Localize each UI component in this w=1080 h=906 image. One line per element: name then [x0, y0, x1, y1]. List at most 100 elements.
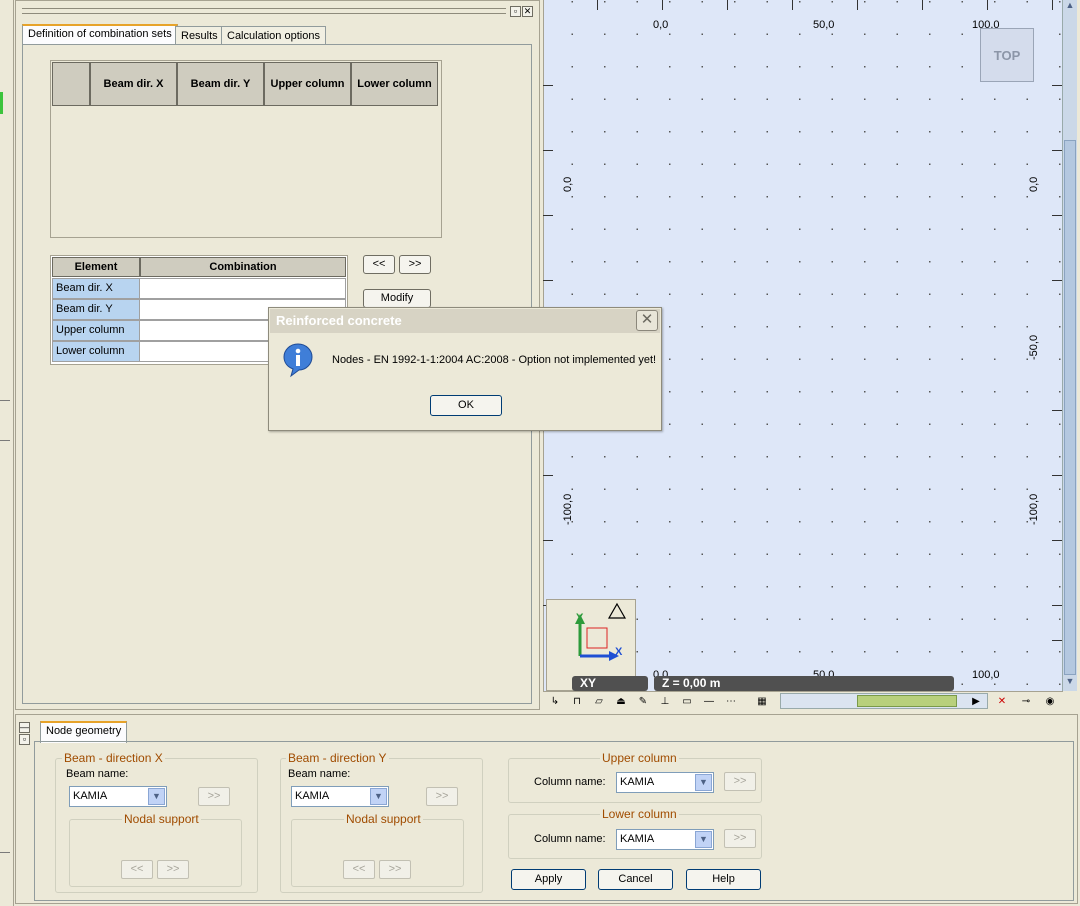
ruler-label-bottom: 100,0 — [972, 669, 1000, 681]
ruler-tick — [1052, 540, 1062, 541]
horizontal-scrollbar[interactable] — [780, 693, 988, 709]
tab-definition-of-combination-sets[interactable]: Definition of combination sets — [22, 24, 178, 46]
column-header-beam-dir-x[interactable]: Beam dir. X — [90, 62, 177, 106]
ruler-label-right: -100,0 — [1028, 493, 1040, 525]
group-title: Nodal support — [344, 812, 423, 826]
previous-button[interactable]: << — [363, 255, 395, 274]
previous-button[interactable]: << — [121, 860, 153, 879]
restore-icon[interactable]: ▫ — [510, 6, 521, 17]
forward-button[interactable]: >> — [724, 772, 756, 791]
axis-x-label: X — [615, 646, 623, 658]
scroll-up-icon[interactable]: ▲ — [1064, 0, 1076, 14]
forward-button[interactable]: >> — [198, 787, 230, 806]
ruler-label-left: 0,0 — [562, 176, 574, 192]
tab-results[interactable]: Results — [175, 26, 224, 46]
tab-node-geometry[interactable]: Node geometry — [40, 721, 128, 743]
divider — [0, 440, 10, 441]
grid-icon[interactable]: ▦ — [752, 694, 772, 710]
ruler-tick — [987, 0, 988, 10]
ruler-tick — [1052, 605, 1062, 606]
ruler-tick — [727, 0, 728, 10]
chevron-down-icon[interactable]: ▼ — [695, 774, 712, 791]
column-name-select[interactable]: KAMIA ▼ — [616, 772, 714, 793]
group-title: Beam - direction X — [62, 751, 165, 765]
ruler-tick — [543, 475, 553, 476]
plane-icon[interactable]: ▭ — [677, 694, 697, 710]
pin-icon[interactable]: — — [19, 722, 30, 733]
previous-button[interactable]: << — [343, 860, 375, 879]
dialog-title[interactable]: Reinforced concrete — [270, 309, 660, 333]
ruler-label-top: 0,0 — [653, 19, 669, 31]
column-name-select[interactable]: KAMIA ▼ — [616, 829, 714, 850]
ruler-label-right: 0,0 — [1028, 176, 1040, 192]
forward-button[interactable]: >> — [724, 829, 756, 848]
column-header-upper-column[interactable]: Upper column — [264, 62, 351, 106]
ok-button[interactable]: OK — [430, 395, 502, 416]
divider — [0, 852, 10, 853]
chevron-down-icon[interactable]: ▼ — [370, 788, 387, 805]
combo-value: KAMIA — [620, 833, 655, 845]
close-icon[interactable]: ✕ — [636, 310, 658, 331]
ruler-tick — [792, 0, 793, 10]
next-button[interactable]: >> — [379, 860, 411, 879]
help-button[interactable]: Help — [686, 869, 761, 890]
vertical-scrollbar[interactable]: ▲ ▼ — [1062, 0, 1077, 691]
combination-cell[interactable] — [140, 278, 346, 299]
ruler-tick — [1052, 280, 1062, 281]
row-label: Lower column — [52, 341, 140, 362]
next-button[interactable]: >> — [399, 255, 431, 274]
forward-button[interactable]: >> — [426, 787, 458, 806]
apply-button[interactable]: Apply — [511, 869, 586, 890]
table-row[interactable]: Beam dir. X — [52, 278, 346, 299]
axis-y-label: Y — [576, 612, 584, 624]
cancel-button[interactable]: Cancel — [598, 869, 673, 890]
group-title: Beam - direction Y — [286, 751, 389, 765]
scrollbar-thumb[interactable] — [857, 695, 957, 707]
scroll-down-icon[interactable]: ▼ — [1064, 676, 1076, 690]
beam-name-select[interactable]: KAMIA ▼ — [69, 786, 167, 807]
chevron-down-icon[interactable]: ▼ — [695, 831, 712, 848]
modify-button[interactable]: Modify — [363, 289, 431, 308]
support-icon[interactable]: ⏏ — [611, 694, 631, 710]
surface-icon[interactable]: ▱ — [589, 694, 609, 710]
column-header-element[interactable]: Element — [52, 257, 140, 277]
tab-calculation-options[interactable]: Calculation options — [221, 26, 326, 46]
ruler-tick — [1052, 410, 1062, 411]
delete-icon[interactable]: ✕ — [992, 694, 1012, 710]
ruler-tick — [1052, 85, 1062, 86]
dialog-message: Nodes - EN 1992-1-1:2004 AC:2008 - Optio… — [332, 354, 657, 366]
eye-icon[interactable]: ◉ — [1040, 694, 1060, 710]
node-icon[interactable]: ↳ — [545, 694, 565, 710]
close-icon[interactable]: ✕ — [522, 6, 533, 17]
panel-grip[interactable] — [22, 8, 506, 14]
column-header-beam-dir-y[interactable]: Beam dir. Y — [177, 62, 264, 106]
column-name-label: Column name: — [534, 833, 606, 845]
row-label: Beam dir. Y — [52, 299, 140, 320]
view-cube[interactable]: TOP — [980, 28, 1034, 82]
beam-icon[interactable]: ⊓ — [567, 694, 587, 710]
chevron-down-icon[interactable]: ▼ — [148, 788, 165, 805]
column-header-combination[interactable]: Combination — [140, 257, 346, 277]
line-icon[interactable]: — — [699, 694, 719, 710]
scrollbar-thumb[interactable] — [1064, 140, 1076, 675]
nodal-support-group — [69, 819, 242, 887]
dimension-icon[interactable]: ⋯ — [721, 694, 741, 710]
link-icon[interactable]: ⊸ — [1016, 694, 1036, 710]
ruler-tick — [543, 150, 553, 151]
ruler-tick — [543, 85, 553, 86]
restore-icon[interactable]: ▫ — [19, 734, 30, 745]
load-icon[interactable]: ✎ — [633, 694, 653, 710]
column-header-lower-column[interactable]: Lower column — [351, 62, 438, 106]
ruler-tick — [1052, 475, 1062, 476]
ruler-tick — [597, 0, 598, 10]
row-selector-header[interactable] — [52, 62, 90, 106]
ruler-tick — [857, 0, 858, 10]
next-button[interactable]: >> — [157, 860, 189, 879]
axis-icon[interactable]: ⊥ — [655, 694, 675, 710]
group-title: Nodal support — [122, 812, 201, 826]
ruler-tick — [662, 0, 663, 10]
scroll-right-icon[interactable]: ▶ — [968, 694, 984, 710]
beam-name-select[interactable]: KAMIA ▼ — [291, 786, 389, 807]
view-plane: XY — [572, 676, 648, 691]
beam-name-label: Beam name: — [288, 768, 351, 780]
